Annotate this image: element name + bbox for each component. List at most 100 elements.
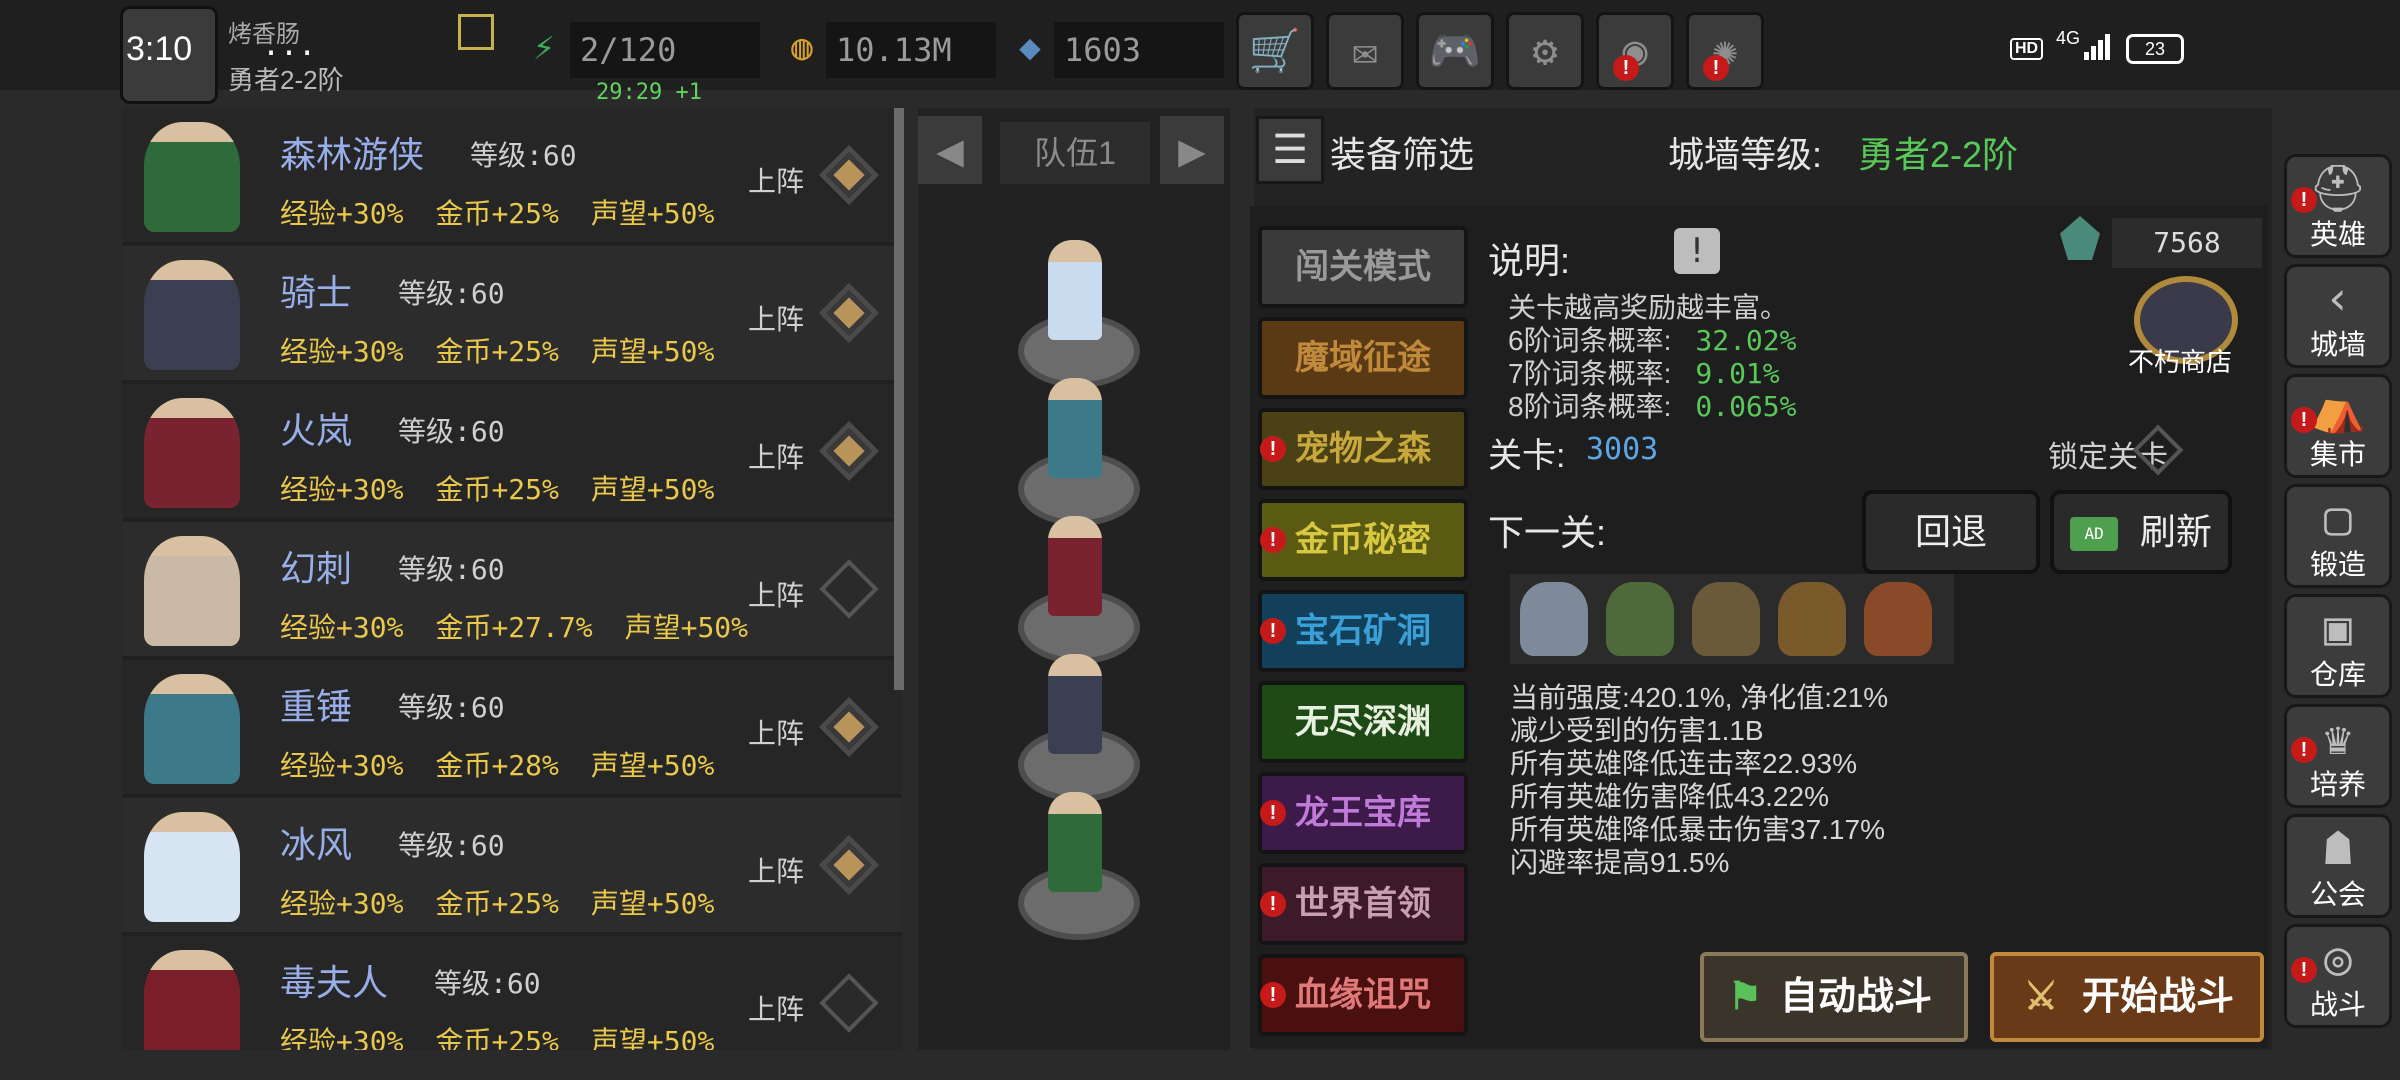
gamepad-button[interactable]: 🎮 <box>1416 12 1494 90</box>
info-icon[interactable]: ! <box>1674 228 1720 274</box>
team-prev-arrow[interactable]: ◀ <box>918 116 982 184</box>
deploy-toggle-icon[interactable] <box>819 145 879 205</box>
mode-label: 宝石矿洞 <box>1295 612 1431 650</box>
mode-button[interactable]: 血缘诅咒! <box>1258 954 1468 1036</box>
gamepad-icon: 🎮 <box>1428 26 1482 75</box>
hero-exp-bonus: 经验+30% <box>280 473 404 506</box>
team-slot[interactable] <box>1004 784 1144 940</box>
mode-button[interactable]: 宝石矿洞! <box>1258 590 1468 672</box>
mode-label: 魔域征途 <box>1295 339 1431 377</box>
back-button[interactable]: 回退 <box>1862 490 2040 574</box>
hero-exp-bonus: 经验+30% <box>280 749 404 782</box>
hero-row[interactable]: 冰风 等级:60 经验+30% 金币+25% 声望+50% 上阵 <box>122 798 902 932</box>
gem-add-icon[interactable]: ◆ <box>1008 26 1052 70</box>
team-hero-sprite <box>1048 792 1102 892</box>
side-nav-button[interactable]: ▣ 仓库 <box>2284 594 2392 698</box>
shop-cart-button[interactable]: 🛒 <box>1236 12 1314 90</box>
hero-row[interactable]: 毒夫人 等级:60 经验+30% 金币+25% 声望+50% 上阵 <box>122 936 902 1050</box>
mode-button[interactable]: 世界首领! <box>1258 863 1468 945</box>
deploy-toggle-icon[interactable] <box>819 283 879 343</box>
wall-level-label: 城墙等级: <box>1668 134 1823 175</box>
alert-icon: ! <box>1613 55 1639 81</box>
hero-list-scrollbar[interactable] <box>894 108 904 690</box>
hero-name: 冰风 <box>280 824 353 865</box>
hero-fame-bonus: 声望+50% <box>624 611 749 644</box>
mode-button[interactable]: 魔域征途 <box>1258 317 1468 399</box>
mode-button[interactable]: 宠物之森! <box>1258 408 1468 490</box>
equipment-filter-label[interactable]: 装备筛选 <box>1330 126 1474 178</box>
edit-name-icon[interactable] <box>458 14 494 50</box>
hero-level-value: 60 <box>506 967 541 1000</box>
team-slot[interactable] <box>1004 508 1144 664</box>
deploy-toggle-icon[interactable] <box>819 973 879 1033</box>
auto-battle-button[interactable]: ⚑ 自动战斗 <box>1700 952 1968 1042</box>
hero-gold-bonus: 金币+25% <box>435 887 559 920</box>
team-slot[interactable] <box>1004 646 1144 802</box>
hero-portrait <box>144 260 240 370</box>
side-nav-label: 公会 <box>2309 879 2366 910</box>
monster-sprite <box>1520 582 1588 656</box>
hero-exp-bonus: 经验+30% <box>280 197 404 230</box>
settings-button[interactable]: ⚙ <box>1506 12 1584 90</box>
anvil-icon: ▢ <box>2324 491 2352 545</box>
hero-level-label: 等级: <box>398 691 471 724</box>
alert-icon: ! <box>1260 618 1286 644</box>
stage-effect-line: 闪避率提高91.5% <box>1510 847 1730 878</box>
deploy-label: 上阵 <box>748 580 805 611</box>
deploy-toggle-icon[interactable] <box>819 421 879 481</box>
hero-fame-bonus: 声望+50% <box>590 473 715 506</box>
refresh-button[interactable]: AD 刷新 <box>2050 490 2232 574</box>
hero-list[interactable]: 森林游侠 等级:60 经验+30% 金币+25% 声望+50% 上阵 骑士 等级:60 经验+3… <box>122 108 902 1050</box>
hero-row[interactable]: 重锤 等级:60 经验+30% 金币+28% 声望+50% 上阵 <box>122 660 902 794</box>
hero-fame-bonus: 声望+50% <box>590 887 715 920</box>
hero-fame-bonus: 声望+50% <box>590 197 715 230</box>
side-nav-button[interactable]: ‹ 城墙 <box>2284 264 2392 368</box>
hero-level: 等级:60 <box>398 548 505 588</box>
side-nav-label: 集市 <box>2309 439 2366 470</box>
side-nav-button[interactable]: ♛ 培养! <box>2284 704 2392 808</box>
stage-value: 3003 <box>1586 432 1659 467</box>
immortal-shop-label[interactable]: 不朽商店 <box>2128 342 2232 379</box>
equipment-filter-button[interactable]: ☰ <box>1256 116 1324 184</box>
hero-row[interactable]: 火岚 等级:60 经验+30% 金币+25% 声望+50% 上阵 <box>122 384 902 518</box>
mode-button[interactable]: 无尽深渊 <box>1258 681 1468 763</box>
mode-button[interactable]: 龙王宝库! <box>1258 772 1468 854</box>
hero-buffs: 经验+30% 金币+25% 声望+50% <box>280 882 746 922</box>
alert-icon: ! <box>2291 957 2317 983</box>
deploy-toggle-icon[interactable] <box>819 559 879 619</box>
description-value: 0.065% <box>1695 390 1797 423</box>
mode-button[interactable]: 金币秘密! <box>1258 499 1468 581</box>
deploy-toggle-icon[interactable] <box>819 697 879 757</box>
team-next-arrow[interactable]: ▶ <box>1160 116 1224 184</box>
hero-exp-bonus: 经验+30% <box>280 887 404 920</box>
mode-button[interactable]: 闯关模式 <box>1258 226 1468 308</box>
lucky-wheel-button[interactable]: ◉! <box>1596 12 1674 90</box>
wall-icon: ‹ <box>2324 271 2352 325</box>
deploy-label: 上阵 <box>748 166 805 197</box>
hero-level-label: 等级: <box>398 277 471 310</box>
hero-level: 等级:60 <box>434 962 541 1002</box>
team-hero-sprite <box>1048 654 1102 754</box>
start-battle-button[interactable]: ⚔ 开始战斗 <box>1990 952 2264 1042</box>
hero-level: 等级:60 <box>398 686 505 726</box>
deploy-toggle-icon[interactable] <box>819 835 879 895</box>
hero-row[interactable]: 幻刺 等级:60 经验+30% 金币+27.7% 声望+50% 上阵 <box>122 522 902 656</box>
hero-row[interactable]: 森林游侠 等级:60 经验+30% 金币+25% 声望+50% 上阵 <box>122 108 902 242</box>
side-nav-button[interactable]: ⛑ 英雄! <box>2284 154 2392 258</box>
team-slot[interactable] <box>1004 370 1144 526</box>
description-text: 8阶词条概率: <box>1508 391 1672 422</box>
hero-row[interactable]: 骑士 等级:60 经验+30% 金币+25% 声望+50% 上阵 <box>122 246 902 380</box>
side-nav-button[interactable]: ☗ 公会 <box>2284 814 2392 918</box>
description-line: 8阶词条概率: 0.065% <box>1508 385 1797 425</box>
side-nav-button[interactable]: ◎ 战斗! <box>2284 924 2392 1028</box>
side-nav-button[interactable]: ▢ 锻造 <box>2284 484 2392 588</box>
hero-name: 幻刺 <box>280 548 353 589</box>
fireworks-button[interactable]: ✺! <box>1686 12 1764 90</box>
side-nav-button[interactable]: ⛺ 集市! <box>2284 374 2392 478</box>
team-slot[interactable] <box>1004 232 1144 388</box>
side-nav-label: 城墙 <box>2309 329 2366 360</box>
hero-level-value: 60 <box>470 553 505 586</box>
mail-button[interactable]: ✉ <box>1326 12 1404 90</box>
start-battle-label: 开始战斗 <box>2082 976 2235 1018</box>
gems-value: 1603 <box>1054 22 1224 78</box>
